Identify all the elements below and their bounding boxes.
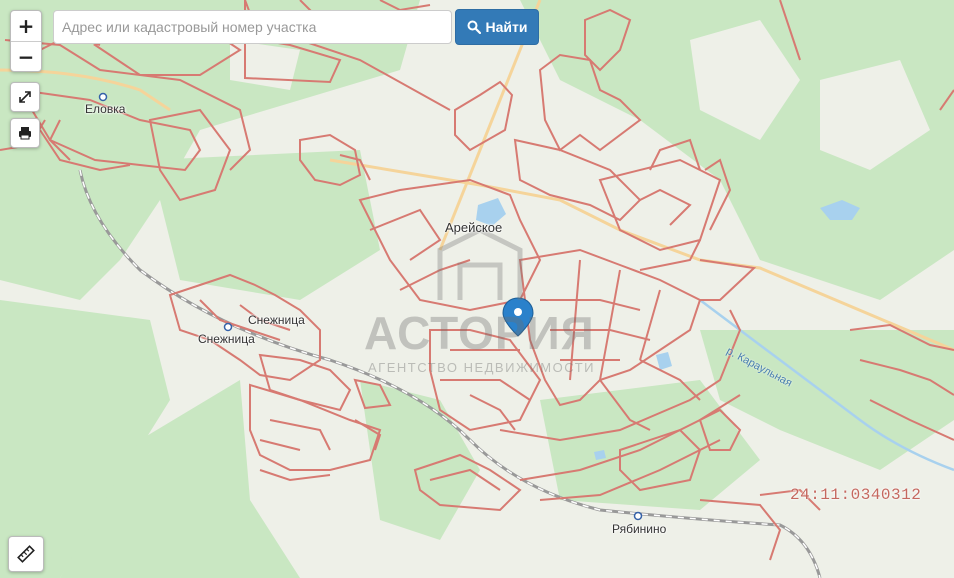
fullscreen-button[interactable] bbox=[10, 82, 40, 112]
cadastral-number-label: 24:11:0340312 bbox=[790, 486, 922, 504]
ruler-icon bbox=[17, 545, 35, 563]
place-label-snezhnitsa: Снежница bbox=[198, 332, 255, 346]
watermark-tagline: АГЕНТСТВО НЕДВИЖИМОСТИ bbox=[368, 360, 595, 375]
place-label-elovka: Еловка bbox=[85, 102, 126, 116]
search-icon bbox=[467, 20, 481, 34]
watermark-brand: АСТОРИЯ bbox=[364, 307, 595, 359]
place-label-areyskoe: Арейское bbox=[445, 220, 503, 235]
place-label-snezhnitsa-station: Снежница bbox=[248, 313, 305, 327]
zoom-out-button[interactable]: − bbox=[11, 42, 41, 72]
search-button[interactable]: Найти bbox=[455, 9, 539, 45]
search-input[interactable] bbox=[53, 10, 452, 44]
print-button[interactable] bbox=[10, 118, 40, 148]
expand-icon bbox=[19, 91, 31, 103]
ruler-button[interactable] bbox=[8, 536, 44, 572]
zoom-in-button[interactable]: + bbox=[11, 11, 41, 42]
search-button-label: Найти bbox=[485, 19, 528, 35]
place-label-ryabinino: Рябинино bbox=[612, 522, 667, 536]
zoom-control: + − bbox=[10, 10, 42, 72]
printer-icon bbox=[19, 127, 31, 140]
